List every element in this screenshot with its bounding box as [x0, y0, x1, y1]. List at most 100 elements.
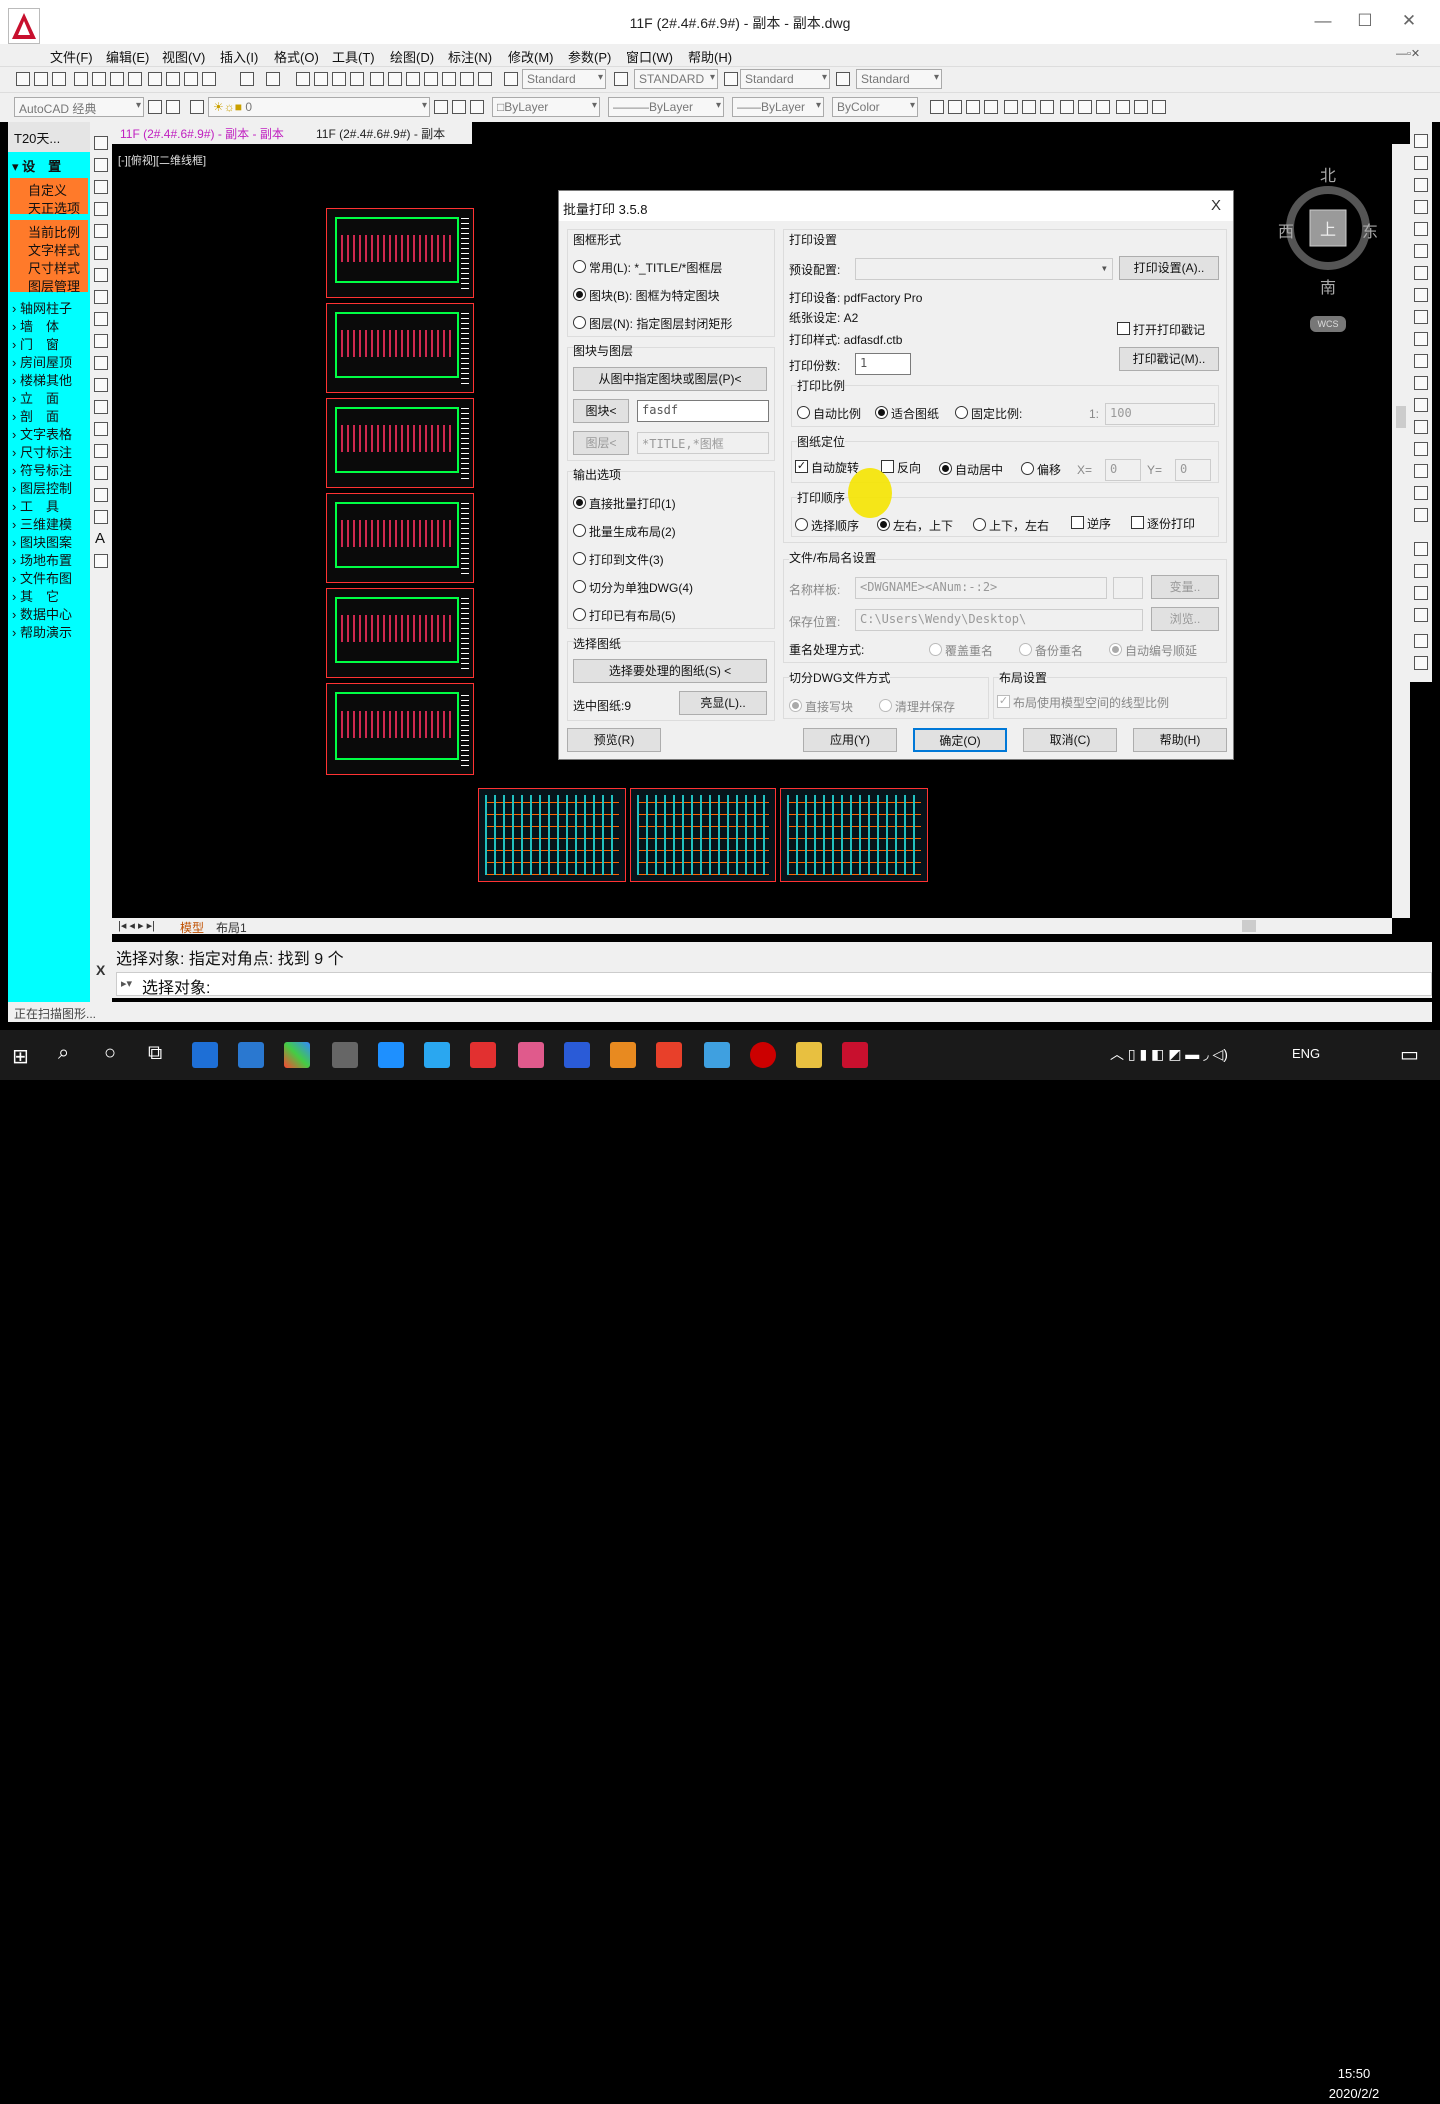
cortana-icon[interactable]: ○: [104, 1042, 116, 1065]
fillet-icon[interactable]: [1414, 464, 1428, 478]
file-explorer-icon[interactable]: [796, 1042, 822, 1068]
draworder-2-icon[interactable]: [1414, 564, 1428, 578]
markup-icon[interactable]: [442, 72, 456, 86]
app-orange-icon[interactable]: [610, 1042, 636, 1068]
zoom-realtime-icon[interactable]: [314, 72, 328, 86]
command-prompt-icon[interactable]: ▸▾: [121, 977, 132, 990]
design-center-icon[interactable]: [388, 72, 402, 86]
menu-dimension[interactable]: 标注(N): [448, 47, 492, 66]
output-split-radio[interactable]: [573, 580, 586, 593]
preset-select[interactable]: ▾: [855, 258, 1113, 280]
align-13-icon[interactable]: [1152, 100, 1166, 114]
y-input[interactable]: 0: [1175, 459, 1211, 481]
panel-item-other[interactable]: › 其 它: [12, 586, 59, 605]
order-tb-radio[interactable]: [973, 518, 986, 531]
panel-item-help[interactable]: › 帮助演示: [12, 622, 72, 641]
break-icon[interactable]: [1414, 376, 1428, 390]
reverse-order-checkbox[interactable]: [1071, 516, 1084, 529]
explode-icon[interactable]: [1414, 508, 1428, 522]
app-s-icon[interactable]: [656, 1042, 682, 1068]
workspace-combo[interactable]: AutoCAD 经典 ▾: [14, 97, 144, 117]
cut-icon[interactable]: [148, 72, 162, 86]
linetype-combo[interactable]: ———ByLayer ▾: [608, 97, 724, 117]
align-6-icon[interactable]: [1022, 100, 1036, 114]
paste-icon[interactable]: [184, 72, 198, 86]
circle-icon[interactable]: [94, 268, 108, 282]
task-view-icon[interactable]: ⧉: [148, 1042, 162, 1065]
horizontal-scrollbar[interactable]: [960, 918, 1392, 934]
arc-icon[interactable]: [94, 246, 108, 260]
polyline-icon[interactable]: [94, 180, 108, 194]
name-extra-input[interactable]: [1113, 577, 1143, 599]
split-clean-radio[interactable]: [879, 699, 892, 712]
dup-auto-radio[interactable]: [1109, 643, 1122, 656]
windows-start-icon[interactable]: ⊞: [12, 1044, 29, 1069]
app-blue-icon[interactable]: [564, 1042, 590, 1068]
print-icon[interactable]: [74, 72, 88, 86]
maximize-button[interactable]: ☐: [1354, 10, 1376, 32]
align-9-icon[interactable]: [1078, 100, 1092, 114]
draworder-6-icon[interactable]: [1414, 656, 1428, 670]
x-input[interactable]: 0: [1105, 459, 1141, 481]
lineweight-combo[interactable]: ——ByLayer ▾: [732, 97, 824, 117]
language-indicator[interactable]: ENG: [1292, 1046, 1320, 1061]
join-icon[interactable]: [1414, 420, 1428, 434]
compass-north[interactable]: 北: [1320, 162, 1336, 186]
clock[interactable]: 15:50 2020/2/2: [1326, 2064, 1382, 2104]
auto-rotate-checkbox[interactable]: ✓: [795, 460, 808, 473]
align-3-icon[interactable]: [966, 100, 980, 114]
panel-settings[interactable]: ▾ 设 置: [12, 156, 61, 175]
per-copy-checkbox[interactable]: [1131, 516, 1144, 529]
gradient-icon[interactable]: [94, 466, 108, 480]
edge-icon[interactable]: [192, 1042, 218, 1068]
viewcube[interactable]: 北 南 西 东 上: [1278, 168, 1378, 297]
match-icon[interactable]: [202, 72, 216, 86]
panel-item-layer-ctl[interactable]: › 图层控制: [12, 478, 72, 497]
dim-style-combo[interactable]: STANDARD ▾: [634, 69, 718, 89]
autocad-taskbar-icon[interactable]: [842, 1042, 868, 1068]
app-red-icon[interactable]: [470, 1042, 496, 1068]
panel-item-room[interactable]: › 房间屋顶: [12, 352, 72, 371]
ellipse-icon[interactable]: [94, 334, 108, 348]
preview-button[interactable]: 预览(R): [567, 728, 661, 752]
layer-state-icon[interactable]: [470, 100, 484, 114]
align-7-icon[interactable]: [1040, 100, 1054, 114]
save-location-input[interactable]: C:\Users\Wendy\Desktop\: [855, 609, 1143, 631]
mirror-icon[interactable]: [1414, 178, 1428, 192]
tab-model[interactable]: 模型: [180, 919, 204, 936]
ie-icon[interactable]: [378, 1042, 404, 1068]
dup-backup-radio[interactable]: [1019, 643, 1032, 656]
polygon-icon[interactable]: [94, 202, 108, 216]
table-icon[interactable]: [94, 510, 108, 524]
add-selected-icon[interactable]: [94, 554, 108, 568]
output-direct-radio[interactable]: [573, 496, 586, 509]
align-5-icon[interactable]: [1004, 100, 1018, 114]
align-2-icon[interactable]: [948, 100, 962, 114]
menu-draw[interactable]: 绘图(D): [390, 47, 434, 66]
command-input[interactable]: ▸▾: [116, 972, 1432, 996]
insert-block-icon[interactable]: [94, 378, 108, 392]
stretch-icon[interactable]: [1414, 310, 1428, 324]
frame-opt-block-radio[interactable]: [573, 288, 586, 301]
tray-icons[interactable]: ︿ ▯ ▮ ◧ ◩ ▬ ◞ ◁): [1110, 1044, 1228, 1064]
workspace-save-icon[interactable]: [166, 100, 180, 114]
plotstyle-combo[interactable]: ByColor ▾: [832, 97, 918, 117]
offset-radio[interactable]: [1021, 462, 1034, 475]
offset-icon[interactable]: [1414, 200, 1428, 214]
properties-icon[interactable]: [370, 72, 384, 86]
open-log-checkbox[interactable]: [1117, 322, 1130, 335]
panel-current-scale[interactable]: 当前比例: [28, 222, 80, 241]
layout-ltscale-checkbox[interactable]: ✓: [997, 695, 1010, 708]
draworder-5-icon[interactable]: [1414, 634, 1428, 648]
mtext-icon[interactable]: A: [95, 530, 105, 547]
command-close-icon[interactable]: X: [96, 962, 105, 978]
pick-block-layer-button[interactable]: 从图中指定图块或图层(P)<: [573, 367, 767, 391]
select-sheets-button[interactable]: 选择要处理的图纸(S) <: [573, 659, 767, 683]
name-template-input[interactable]: <DWGNAME><ANum:-:2>: [855, 577, 1107, 599]
order-select-radio[interactable]: [795, 518, 808, 531]
open-icon[interactable]: [34, 72, 48, 86]
menu-insert[interactable]: 插入(I): [220, 47, 258, 66]
menu-params[interactable]: 参数(P): [568, 47, 611, 66]
preview-icon[interactable]: [92, 72, 106, 86]
table-style-combo[interactable]: Standard ▾: [740, 69, 830, 89]
